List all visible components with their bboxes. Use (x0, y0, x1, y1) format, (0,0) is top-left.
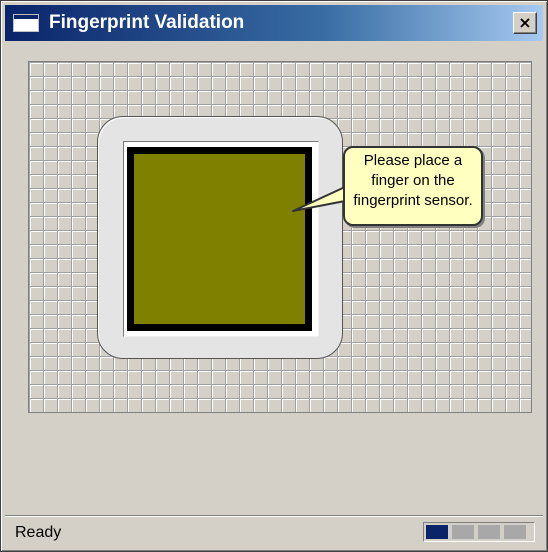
fingerprint-sensor-pad (127, 147, 312, 331)
progress-segment (452, 525, 474, 539)
status-bar: Ready (5, 515, 543, 547)
window-title: Fingerprint Validation (49, 12, 245, 33)
progress-segment (504, 525, 526, 539)
window-icon (13, 14, 39, 32)
progress-indicator (423, 522, 535, 542)
progress-segment (426, 525, 448, 539)
close-button[interactable]: × (513, 12, 537, 34)
status-text: Ready (15, 524, 62, 541)
fingerprint-validation-window: Fingerprint Validation × Please place a … (0, 0, 548, 552)
instruction-callout: Please place a finger on the fingerprint… (343, 146, 483, 226)
callout-line-3: fingerprint sensor. (353, 192, 473, 209)
callout-line-2: finger on the (371, 172, 455, 189)
callout-tail (292, 186, 346, 212)
title-bar: Fingerprint Validation × (5, 5, 543, 41)
callout-line-1: Please place a (363, 152, 463, 169)
progress-segment (478, 525, 500, 539)
